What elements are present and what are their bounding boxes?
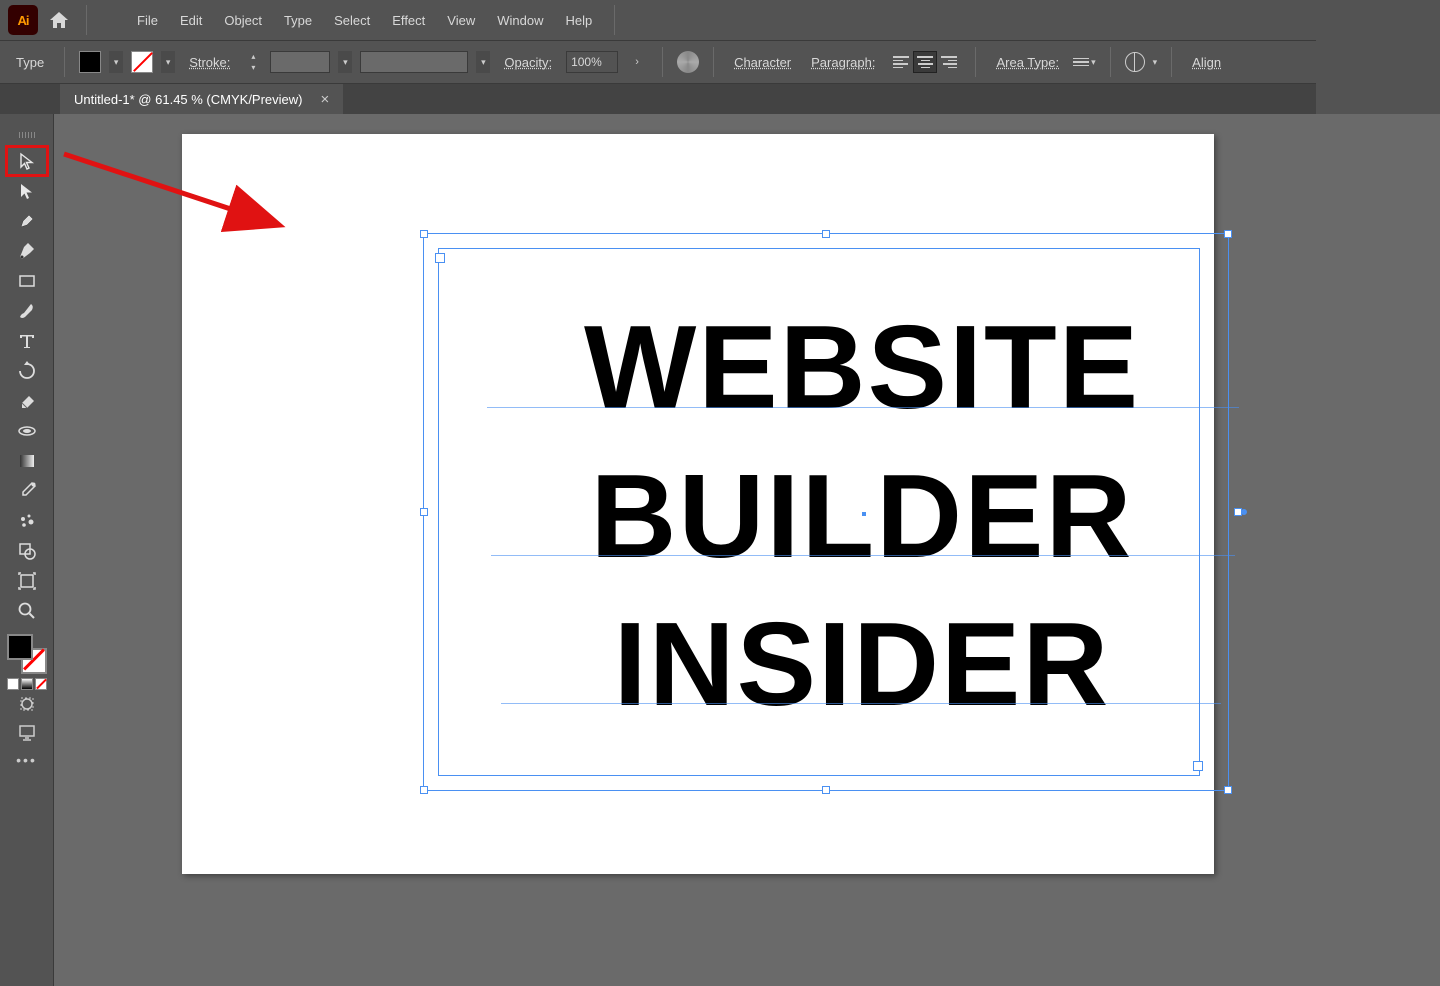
- artboard-tool[interactable]: [6, 566, 48, 596]
- gradient-tool[interactable]: [6, 446, 48, 476]
- align-left-button[interactable]: [889, 51, 913, 73]
- rotate-tool[interactable]: [6, 356, 48, 386]
- area-type-link[interactable]: Area Type:: [990, 55, 1065, 70]
- separator: [1171, 47, 1172, 77]
- menu-effect[interactable]: Effect: [382, 9, 435, 32]
- color-mode-gradient[interactable]: [21, 678, 33, 690]
- canvas-area[interactable]: WEBSITE BUILDER INSIDER: [54, 114, 1440, 986]
- menu-edit[interactable]: Edit: [170, 9, 212, 32]
- resize-handle-ne[interactable]: [1224, 230, 1232, 238]
- screen-mode-icon[interactable]: [10, 718, 44, 746]
- separator: [713, 47, 714, 77]
- app-top-bar: Ai File Edit Object Type Select Effect V…: [0, 0, 1316, 40]
- stroke-label[interactable]: Stroke:: [183, 55, 236, 70]
- toolbox-handle[interactable]: [12, 132, 42, 140]
- curvature-tool[interactable]: [6, 236, 48, 266]
- recolor-artwork-icon[interactable]: [677, 51, 699, 73]
- menu-file[interactable]: File: [127, 9, 168, 32]
- edit-toolbar-button[interactable]: •••: [10, 746, 43, 774]
- paintbrush-tool[interactable]: [6, 296, 48, 326]
- draw-normal-icon[interactable]: [10, 690, 44, 718]
- eraser-tool[interactable]: [6, 386, 48, 416]
- stroke-weight-field[interactable]: [270, 51, 330, 73]
- menu-object[interactable]: Object: [214, 9, 272, 32]
- menu-select[interactable]: Select: [324, 9, 380, 32]
- opacity-label[interactable]: Opacity:: [498, 55, 558, 70]
- toolbox: •••: [0, 114, 54, 986]
- app-logo-icon: Ai: [8, 5, 38, 35]
- document-tab-bar: ›› Untitled-1* @ 61.45 % (CMYK/Preview) …: [0, 84, 1316, 114]
- separator: [1110, 47, 1111, 77]
- resize-handle-nw[interactable]: [420, 230, 428, 238]
- zoom-tool[interactable]: [6, 596, 48, 626]
- align-center-button[interactable]: [913, 51, 937, 73]
- resize-handle-s[interactable]: [822, 786, 830, 794]
- width-tool[interactable]: [6, 416, 48, 446]
- color-mode-solid[interactable]: [7, 678, 19, 690]
- menu-window[interactable]: Window: [487, 9, 553, 32]
- menu-type[interactable]: Type: [274, 9, 322, 32]
- separator: [975, 47, 976, 77]
- opacity-input[interactable]: [566, 51, 618, 73]
- menu-help[interactable]: Help: [555, 9, 602, 32]
- resize-handle-w[interactable]: [420, 508, 428, 516]
- paragraph-align-group: [889, 51, 961, 73]
- thread-out-icon[interactable]: [1241, 509, 1247, 515]
- separator: [662, 47, 663, 77]
- type-tool[interactable]: [6, 326, 48, 356]
- align-link[interactable]: Align: [1186, 55, 1227, 70]
- menu-view[interactable]: View: [437, 9, 485, 32]
- selection-tool[interactable]: [6, 146, 48, 176]
- separator: [614, 5, 615, 35]
- mode-label: Type: [10, 55, 50, 70]
- fill-swatch[interactable]: [79, 51, 101, 73]
- pen-tool[interactable]: [6, 206, 48, 236]
- resize-handle-n[interactable]: [822, 230, 830, 238]
- paragraph-link[interactable]: Paragraph:: [805, 55, 881, 70]
- symbol-sprayer-tool[interactable]: [6, 506, 48, 536]
- eyedropper-tool[interactable]: [6, 476, 48, 506]
- menu-bar: File Edit Object Type Select Effect View…: [127, 9, 602, 32]
- out-port-handle[interactable]: [1193, 761, 1203, 771]
- stroke-swatch[interactable]: [131, 51, 153, 73]
- color-mode-none[interactable]: [35, 678, 47, 690]
- stroke-weight-dd[interactable]: ▾: [338, 51, 352, 73]
- fill-dropdown[interactable]: ▾: [109, 51, 123, 73]
- document-tab[interactable]: Untitled-1* @ 61.45 % (CMYK/Preview) ×: [60, 84, 343, 114]
- stroke-weight-stepper[interactable]: ▴▾: [244, 51, 262, 73]
- brush-definition-dd[interactable]: [360, 51, 468, 73]
- home-icon[interactable]: [44, 5, 74, 35]
- area-type-lines-icon[interactable]: ▾: [1073, 57, 1096, 68]
- stroke-dropdown[interactable]: ▾: [161, 51, 175, 73]
- artboard[interactable]: WEBSITE BUILDER INSIDER: [182, 134, 1214, 874]
- rectangle-tool[interactable]: [6, 266, 48, 296]
- control-bar: Type ▾ ▾ Stroke: ▴▾ ▾ ▾ Opacity: › Chara…: [0, 40, 1316, 84]
- fill-color-swatch[interactable]: [7, 634, 33, 660]
- character-link[interactable]: Character: [728, 55, 797, 70]
- fill-stroke-picker[interactable]: [7, 634, 47, 674]
- direct-selection-tool[interactable]: [6, 176, 48, 206]
- area-type-box[interactable]: [438, 248, 1200, 776]
- warp-caret[interactable]: ▾: [1153, 57, 1158, 68]
- separator: [64, 47, 65, 77]
- in-port-handle[interactable]: [435, 253, 445, 263]
- document-tab-title: Untitled-1* @ 61.45 % (CMYK/Preview): [74, 92, 303, 107]
- center-point-icon: [862, 512, 866, 516]
- workspace: ••• WEBSITE BUILDER INSIDER: [0, 114, 1440, 986]
- opacity-caret[interactable]: ›: [626, 51, 648, 73]
- resize-handle-se[interactable]: [1224, 786, 1232, 794]
- close-tab-icon[interactable]: ×: [321, 91, 330, 108]
- resize-handle-sw[interactable]: [420, 786, 428, 794]
- brush-definition-caret[interactable]: ▾: [476, 51, 490, 73]
- align-right-button[interactable]: [937, 51, 961, 73]
- shape-builder-tool[interactable]: [6, 536, 48, 566]
- color-mode-row: [7, 678, 47, 690]
- separator: [86, 5, 87, 35]
- warp-icon[interactable]: [1125, 52, 1145, 72]
